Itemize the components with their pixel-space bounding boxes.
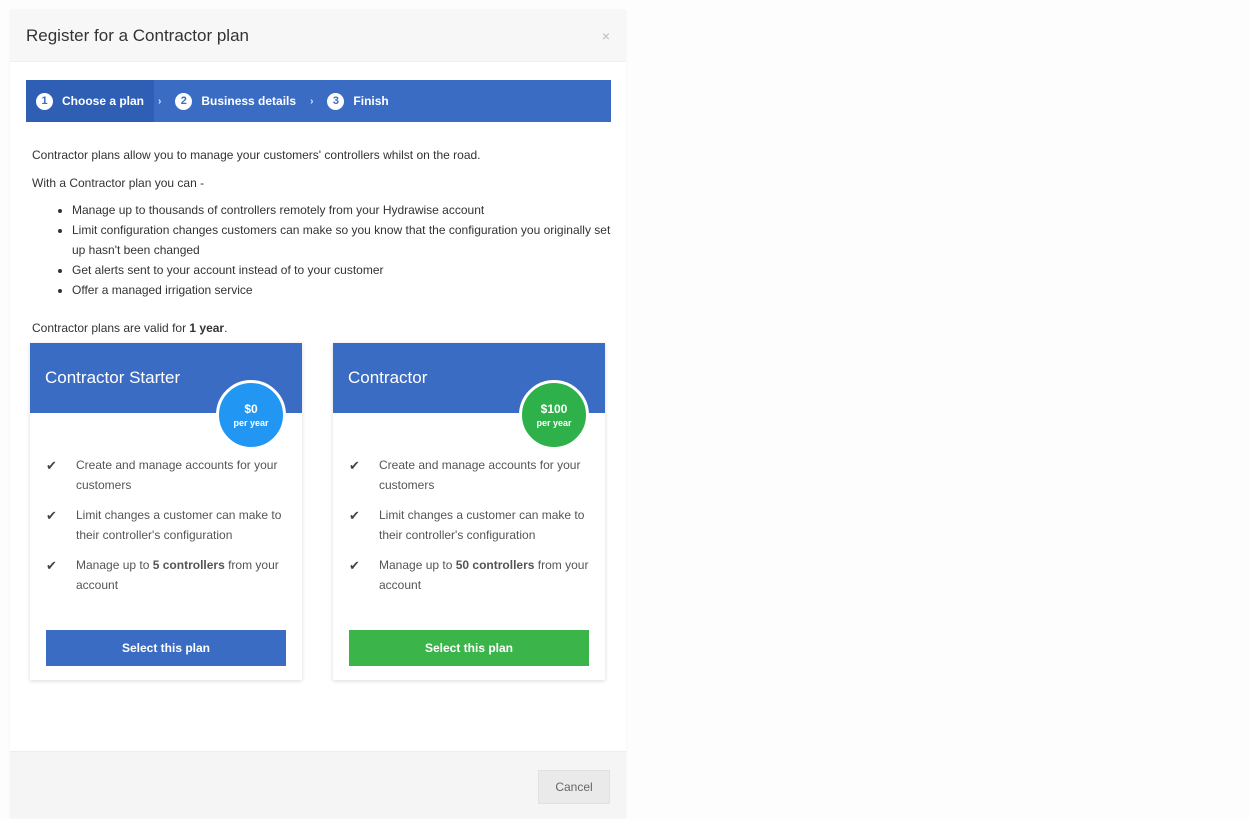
- plan-card-contractor-starter: Contractor Starter $0 per year ✔ Create …: [30, 343, 302, 680]
- step-label: Business details: [201, 94, 297, 108]
- step-finish[interactable]: 3 Finish: [317, 80, 398, 122]
- dialog-footer: Cancel: [10, 751, 626, 818]
- cancel-button[interactable]: Cancel: [538, 770, 610, 804]
- plan-perks: ✔ Create and manage accounts for your cu…: [349, 455, 589, 605]
- list-item: Offer a managed irrigation service: [72, 280, 612, 300]
- step-choose-plan[interactable]: 1 Choose a plan: [26, 80, 155, 122]
- list-item: Manage up to thousands of controllers re…: [72, 200, 612, 220]
- chevron-right-icon: ›: [158, 95, 162, 107]
- list-item: ✔ Limit changes a customer can make to t…: [349, 505, 589, 545]
- price-badge: $0 per year: [216, 380, 286, 450]
- price-badge: $100 per year: [519, 380, 589, 450]
- with-plan-text: With a Contractor plan you can -: [32, 176, 205, 190]
- list-item: ✔ Limit changes a customer can make to t…: [46, 505, 286, 545]
- checkmark-icon: ✔: [349, 508, 360, 523]
- plan-price: $100: [540, 402, 568, 416]
- plan-period: per year: [233, 418, 269, 428]
- list-item: Get alerts sent to your account instead …: [72, 260, 612, 280]
- chevron-right-icon: ›: [310, 95, 314, 107]
- checkmark-icon: ✔: [46, 508, 57, 523]
- list-item: ✔ Manage up to 50 controllers from your …: [349, 555, 589, 595]
- plan-name: Contractor: [348, 368, 428, 387]
- step-business-details[interactable]: 2 Business details: [165, 80, 306, 122]
- list-item: ✔ Manage up to 5 controllers from your a…: [46, 555, 286, 595]
- step-number: 3: [327, 92, 345, 110]
- list-item: ✔ Create and manage accounts for your cu…: [349, 455, 589, 495]
- validity-text: Contractor plans are valid for 1 year.: [32, 321, 228, 335]
- plan-period: per year: [536, 418, 572, 428]
- step-label: Choose a plan: [62, 94, 145, 108]
- step-number: 1: [36, 92, 53, 110]
- select-plan-button[interactable]: Select this plan: [46, 630, 286, 666]
- checkmark-icon: ✔: [46, 558, 57, 573]
- plan-card-contractor: Contractor $100 per year ✔ Create and ma…: [333, 343, 605, 680]
- register-dialog: Register for a Contractor plan × 1 Choos…: [10, 10, 626, 818]
- step-number: 2: [175, 92, 193, 110]
- select-plan-button[interactable]: Select this plan: [349, 630, 589, 666]
- list-item: Limit configuration changes customers ca…: [72, 220, 612, 260]
- dialog-header: Register for a Contractor plan ×: [10, 10, 626, 62]
- checkmark-icon: ✔: [349, 558, 360, 573]
- checkmark-icon: ✔: [349, 458, 360, 473]
- plan-perks: ✔ Create and manage accounts for your cu…: [46, 455, 286, 605]
- dialog-title: Register for a Contractor plan: [26, 25, 249, 45]
- wizard-steps: 1 Choose a plan › 2 Business details › 3…: [26, 80, 611, 122]
- checkmark-icon: ✔: [46, 458, 57, 473]
- plan-price: $0: [244, 402, 258, 416]
- close-icon[interactable]: ×: [602, 28, 610, 44]
- list-item: ✔ Create and manage accounts for your cu…: [46, 455, 286, 495]
- step-label: Finish: [353, 94, 389, 108]
- intro-text: Contractor plans allow you to manage you…: [32, 148, 481, 162]
- validity-duration: 1 year: [189, 321, 225, 335]
- feature-list: Manage up to thousands of controllers re…: [32, 200, 612, 300]
- plan-name: Contractor Starter: [45, 368, 181, 387]
